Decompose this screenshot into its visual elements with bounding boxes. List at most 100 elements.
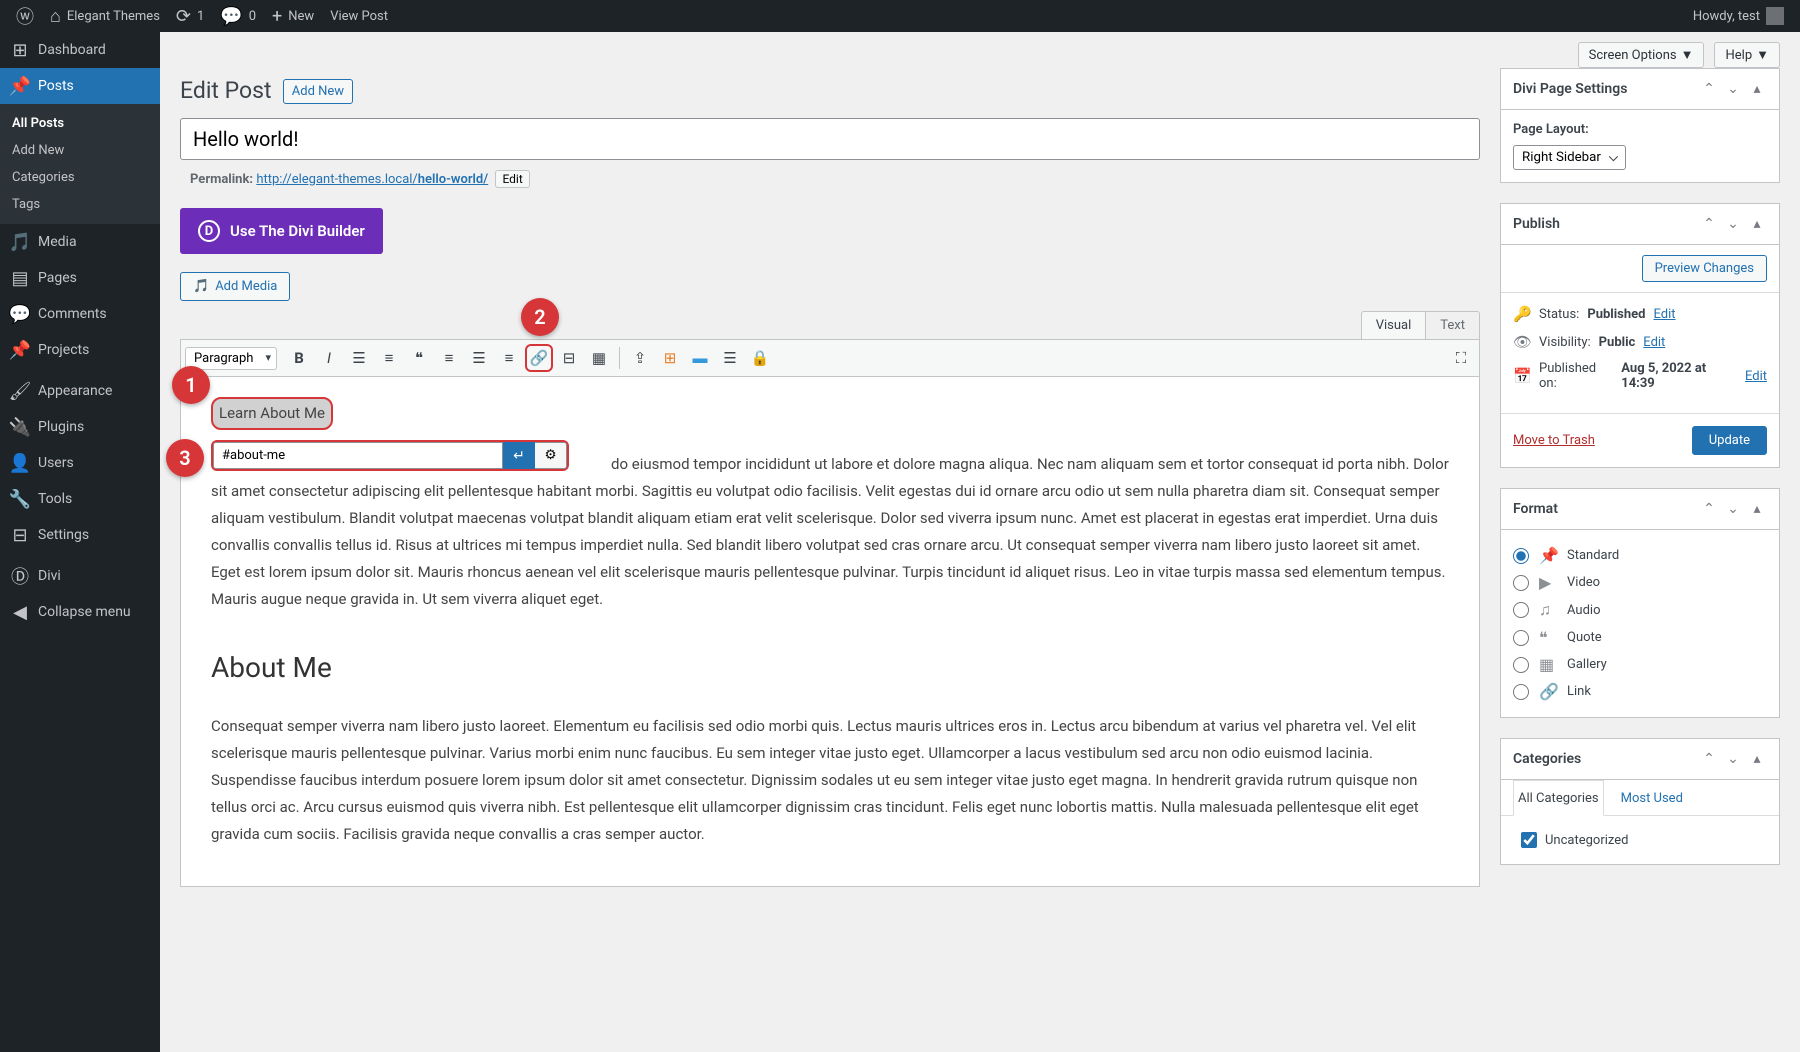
move-to-trash-link[interactable]: Move to Trash [1513, 433, 1595, 448]
post-title-input[interactable] [180, 118, 1480, 160]
preview-changes-button[interactable]: Preview Changes [1642, 255, 1767, 282]
page-layout-select[interactable]: Right Sidebar [1513, 145, 1626, 170]
align-center-button[interactable]: ☰ [465, 344, 493, 372]
checkbox-uncategorized[interactable] [1521, 832, 1537, 848]
radio-video[interactable] [1513, 575, 1529, 591]
permalink-label: Permalink: [190, 172, 253, 187]
comments[interactable]: 💬0 [212, 0, 264, 32]
edit-status-link[interactable]: Edit [1653, 307, 1675, 322]
link-button[interactable]: 🔗 [525, 344, 553, 372]
submenu-tags[interactable]: Tags [0, 191, 160, 218]
divi-icon: Ⓓ [10, 566, 30, 586]
tab-text[interactable]: Text [1426, 311, 1480, 339]
radio-quote[interactable] [1513, 630, 1529, 646]
help-button[interactable]: Help ▼ [1714, 42, 1780, 68]
updates[interactable]: ⟳1 [168, 0, 212, 32]
move-up-icon[interactable]: ⌃ [1699, 214, 1719, 234]
gallery-icon: ▦ [1539, 655, 1557, 674]
editor-body[interactable]: Learn About Me ↵ ⚙ Lorem ipsum dolor sit… [180, 377, 1480, 887]
site-name[interactable]: ⌂Elegant Themes [42, 0, 168, 32]
text-button[interactable]: ☰ [716, 344, 744, 372]
toggle-icon[interactable]: ▴ [1747, 79, 1767, 99]
move-down-icon[interactable]: ⌄ [1723, 79, 1743, 99]
radio-link[interactable] [1513, 684, 1529, 700]
tab-most-used[interactable]: Most Used [1616, 780, 1688, 815]
toolbar-toggle-button[interactable]: ▦ [585, 344, 613, 372]
menu-users[interactable]: 👤Users [0, 445, 160, 481]
toggle-icon[interactable]: ▴ [1747, 749, 1767, 769]
align-right-button[interactable]: ≡ [495, 344, 523, 372]
tab-all-categories[interactable]: All Categories [1513, 780, 1604, 816]
dashboard-icon: ⊞ [10, 40, 30, 60]
wp-logo[interactable]: ⓦ [8, 0, 42, 32]
format-audio[interactable]: ♫Audio [1513, 596, 1767, 624]
category-uncategorized[interactable]: Uncategorized [1513, 828, 1767, 852]
move-up-icon[interactable]: ⌃ [1699, 499, 1719, 519]
numbered-list-button[interactable]: ≡ [375, 344, 403, 372]
menu-plugins[interactable]: 🔌Plugins [0, 409, 160, 445]
italic-button[interactable]: I [315, 344, 343, 372]
format-label: Audio [1567, 603, 1600, 618]
edit-visibility-link[interactable]: Edit [1643, 335, 1665, 350]
menu-label: Media [38, 234, 77, 250]
sliders-icon: ⊟ [10, 525, 30, 545]
view-post[interactable]: View Post [322, 0, 396, 32]
submenu-categories[interactable]: Categories [0, 164, 160, 191]
edit-date-link[interactable]: Edit [1745, 369, 1767, 384]
postbox-title: Publish [1513, 216, 1560, 232]
menu-tools[interactable]: 🔧Tools [0, 481, 160, 517]
radio-standard[interactable] [1513, 548, 1529, 564]
menu-comments[interactable]: 💬Comments [0, 296, 160, 332]
move-up-icon[interactable]: ⌃ [1699, 749, 1719, 769]
menu-label: Collapse menu [38, 604, 131, 620]
submenu-add-new[interactable]: Add New [0, 137, 160, 164]
menu-divi[interactable]: ⒹDivi [0, 558, 160, 594]
toggle-icon[interactable]: ▴ [1747, 499, 1767, 519]
blockquote-button[interactable]: ❝ [405, 344, 433, 372]
insert-module-button[interactable]: ⇪ [626, 344, 654, 372]
menu-pages[interactable]: ▤Pages [0, 260, 160, 296]
read-more-button[interactable]: ⊟ [555, 344, 583, 372]
bullet-list-button[interactable]: ☰ [345, 344, 373, 372]
toggle-icon[interactable]: ▴ [1747, 214, 1767, 234]
tab-visual[interactable]: Visual [1361, 311, 1427, 340]
format-video[interactable]: ▶Video [1513, 569, 1767, 596]
lock-button[interactable]: 🔒 [746, 344, 774, 372]
add-new-button[interactable]: Add New [283, 79, 353, 104]
bold-button[interactable]: B [285, 344, 313, 372]
menu-appearance[interactable]: 🖌Appearance [0, 373, 160, 409]
submenu-all-posts[interactable]: All Posts [0, 110, 160, 137]
radio-audio[interactable] [1513, 602, 1529, 618]
admin-bar: ⓦ ⌂Elegant Themes ⟳1 💬0 +New View Post H… [0, 0, 1800, 32]
menu-settings[interactable]: ⊟Settings [0, 517, 160, 553]
posts-submenu: All Posts Add New Categories Tags [0, 104, 160, 224]
radio-gallery[interactable] [1513, 657, 1529, 673]
move-down-icon[interactable]: ⌄ [1723, 499, 1743, 519]
highlight-button[interactable]: ▬ [686, 344, 714, 372]
screen-options-button[interactable]: Screen Options ▼ [1578, 42, 1705, 68]
color-blocks-button[interactable]: ⊞ [656, 344, 684, 372]
menu-collapse[interactable]: ◀Collapse menu [0, 594, 160, 630]
format-link[interactable]: 🔗Link [1513, 678, 1767, 705]
align-left-button[interactable]: ≡ [435, 344, 463, 372]
menu-projects[interactable]: 📌Projects [0, 332, 160, 368]
format-standard[interactable]: 📌Standard [1513, 542, 1767, 569]
divi-builder-button[interactable]: D Use The Divi Builder [180, 208, 383, 254]
update-button[interactable]: Update [1692, 426, 1767, 455]
fullscreen-button[interactable]: ⛶ [1447, 344, 1475, 372]
menu-media[interactable]: 🎵Media [0, 224, 160, 260]
permalink-edit-button[interactable]: Edit [495, 170, 529, 188]
format-quote[interactable]: ❝Quote [1513, 624, 1767, 651]
new-content[interactable]: +New [264, 0, 322, 32]
permalink-link[interactable]: http://elegant-themes.local/hello-world/ [256, 172, 488, 187]
move-down-icon[interactable]: ⌄ [1723, 214, 1743, 234]
my-account[interactable]: Howdy, test [1685, 0, 1792, 32]
menu-posts[interactable]: 📌Posts [0, 68, 160, 104]
format-select[interactable]: Paragraph [185, 347, 277, 370]
format-gallery[interactable]: ▦Gallery [1513, 651, 1767, 678]
move-down-icon[interactable]: ⌄ [1723, 749, 1743, 769]
selected-link-text[interactable]: Learn About Me [211, 397, 333, 430]
move-up-icon[interactable]: ⌃ [1699, 79, 1719, 99]
menu-dashboard[interactable]: ⊞Dashboard [0, 32, 160, 68]
add-media-button[interactable]: 🎵 Add Media [180, 272, 290, 301]
